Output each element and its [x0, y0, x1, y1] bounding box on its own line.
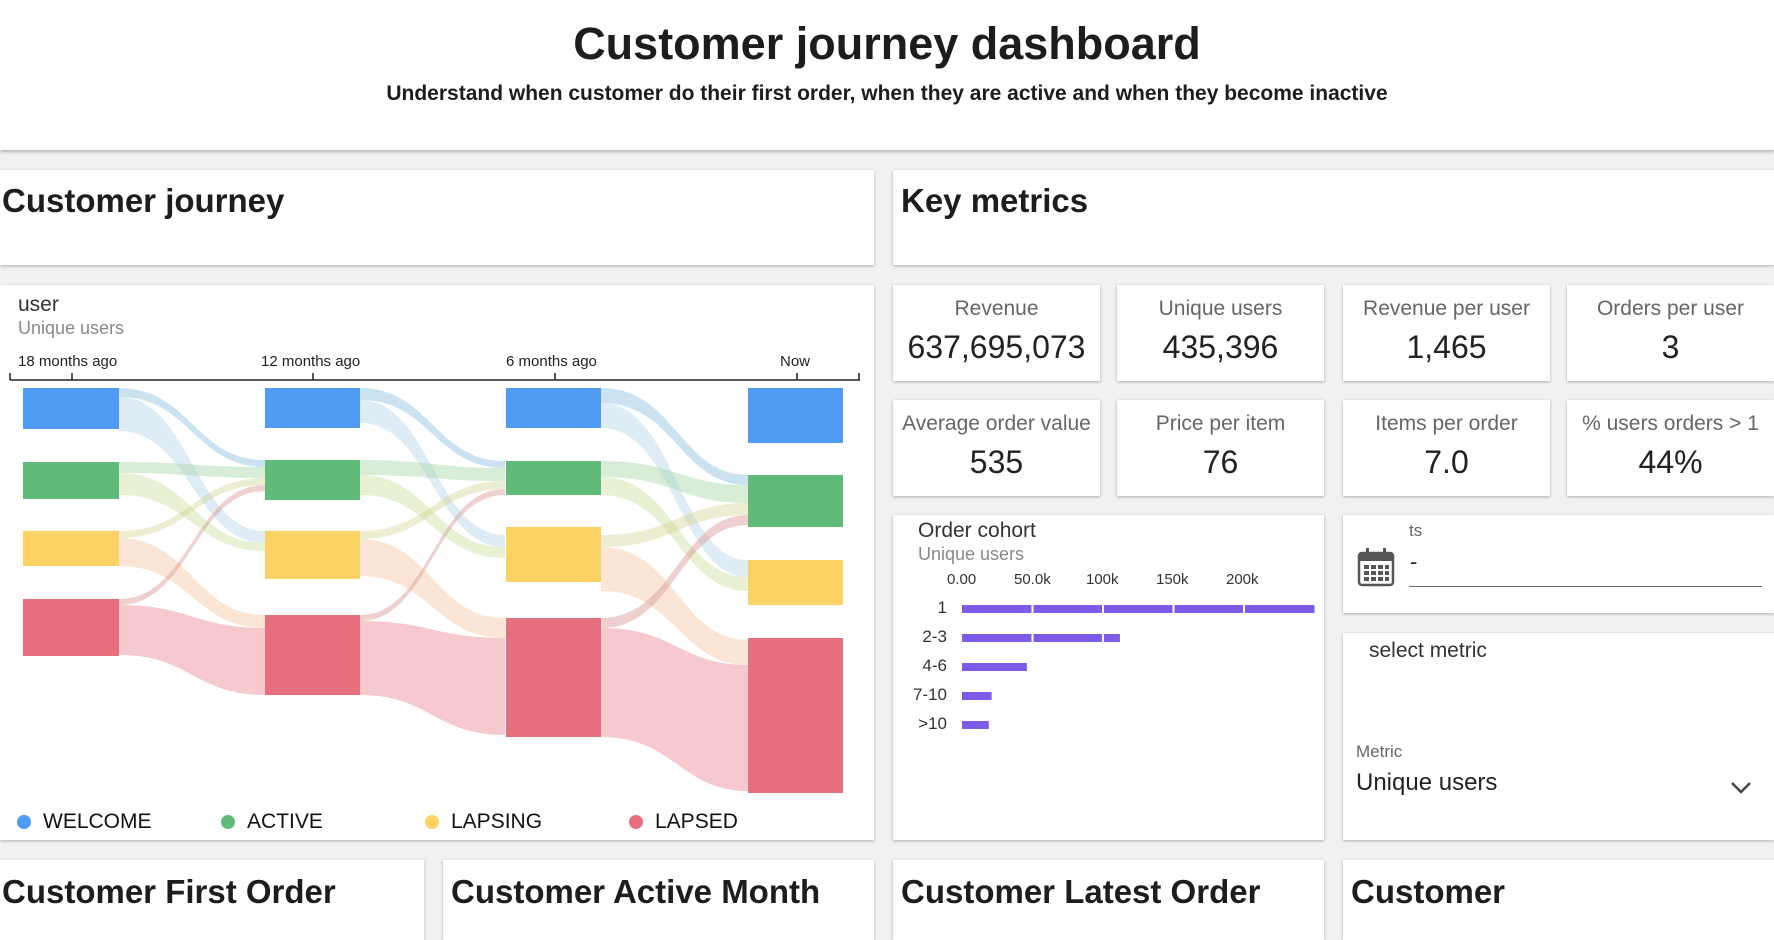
customer-first-order-title-card: Customer First Order — [0, 860, 424, 940]
cohort-bar->10 — [962, 721, 989, 729]
metric-card-items-per-order: Items per order 7.0 — [1343, 400, 1550, 496]
legend-active[interactable]: ACTIVE — [221, 810, 323, 834]
customer-latest-order-heading: Customer Latest Order — [901, 873, 1261, 910]
legend-welcome-label: WELCOME — [43, 810, 152, 833]
page-title: Customer journey dashboard — [573, 18, 1201, 69]
metric-value: 1,465 — [1406, 329, 1487, 365]
metric-label: Revenue per user — [1363, 297, 1530, 320]
metric-card-revenue: Revenue 637,695,073 — [893, 285, 1100, 381]
customer-journey-sankey-card: user Unique users 18 months ago 12 month… — [0, 285, 874, 840]
link-welcome-active-2 — [360, 388, 505, 468]
cohort-bar-separator — [1172, 605, 1175, 613]
metric-label: Price per item — [1155, 412, 1286, 435]
node-active-6m — [506, 461, 601, 495]
legend-lapsed[interactable]: LAPSED — [629, 810, 738, 834]
metric-card-revenue-per-user: Revenue per user 1,465 — [1343, 285, 1550, 381]
dashboard-header: Customer journey dashboard Understand wh… — [0, 0, 1774, 150]
customer-journey-heading: Customer journey — [2, 182, 285, 219]
metric-label: Unique users — [1158, 297, 1283, 320]
legend-lapsing[interactable]: LAPSING — [425, 810, 542, 834]
cohort-bar-separator — [1243, 605, 1245, 613]
metric-dropdown[interactable]: Unique users — [1356, 769, 1497, 797]
metric-card-orders-per-user: Orders per user 3 — [1567, 285, 1774, 381]
node-lapsing-now — [748, 560, 843, 605]
legend-welcome-dot — [17, 815, 31, 829]
page-subtitle: Understand when customer do their first … — [386, 82, 1388, 105]
metric-label: Average order value — [902, 412, 1091, 435]
legend-lapsed-dot — [629, 815, 643, 829]
select-metric-card: select metric Metric Unique users — [1343, 633, 1774, 840]
cohort-bar-1 — [962, 605, 1315, 613]
node-lapsing-6m — [506, 527, 601, 582]
metric-label: Revenue — [954, 297, 1039, 320]
metric-card-unique-users: Unique users 435,396 — [1117, 285, 1324, 381]
node-lapsed-6m — [506, 618, 601, 737]
calendar-icon[interactable] — [1357, 547, 1395, 587]
customer-active-month-title-card: Customer Active Month — [443, 860, 874, 940]
metric-value: 3 — [1661, 329, 1680, 365]
customer-journey-title-card: Customer journey — [0, 170, 874, 265]
customer-first-order-heading: Customer First Order — [2, 873, 336, 910]
key-metrics-heading: Key metrics — [901, 182, 1089, 219]
customer-active-month-heading: Customer Active Month — [451, 873, 821, 910]
metric-label: Items per order — [1375, 412, 1518, 435]
cohort-bar-separator — [1031, 634, 1034, 642]
legend-lapsed-label: LAPSED — [655, 810, 738, 833]
node-lapsed-12m — [265, 615, 360, 695]
key-metrics-title-card: Key metrics — [893, 170, 1774, 265]
cohort-bar-4-6 — [962, 663, 1027, 671]
metric-card-users-orders-gt-1: % users orders > 1 44% — [1567, 400, 1774, 496]
node-welcome-now — [748, 388, 843, 443]
metric-card-average-order-value: Average order value 535 — [893, 400, 1100, 496]
node-welcome-6m — [506, 388, 601, 428]
node-lapsed-now — [748, 638, 843, 793]
metric-label: % users orders > 1 — [1582, 412, 1759, 435]
metric-value: 76 — [1202, 444, 1239, 480]
node-lapsing-18m — [23, 531, 119, 566]
node-lapsed-18m — [23, 599, 119, 656]
node-active-now — [748, 475, 843, 527]
legend-welcome[interactable]: WELCOME — [17, 810, 152, 834]
chevron-down-icon[interactable] — [1729, 780, 1753, 796]
order-cohort-card: Order cohort Unique users 0.00 50.0k 100… — [893, 515, 1324, 840]
cohort-bar-separator — [1102, 605, 1104, 613]
metric-card-price-per-item: Price per item 76 — [1117, 400, 1324, 496]
node-active-18m — [23, 462, 119, 499]
metric-label: Orders per user — [1596, 297, 1745, 320]
sankey-diagram — [9, 373, 860, 793]
select-metric-title: select metric — [1369, 639, 1487, 662]
legend-active-dot — [221, 815, 235, 829]
node-lapsing-12m — [265, 531, 360, 579]
legend-active-label: ACTIVE — [247, 810, 323, 833]
node-active-12m — [265, 460, 360, 500]
order-cohort-bars — [962, 605, 1315, 729]
customer-title-card: Customer — [1343, 860, 1774, 940]
metric-value: 535 — [969, 444, 1024, 480]
metric-field-label: Metric — [1356, 742, 1403, 761]
link-lapsed-lapsed-2 — [360, 621, 505, 735]
cohort-bar-2-3 — [962, 634, 1120, 642]
cohort-bar-separator — [1031, 605, 1034, 613]
legend-lapsing-label: LAPSING — [451, 810, 543, 833]
sankey-time-axis — [9, 373, 860, 381]
sankey-links — [119, 388, 748, 791]
customer-latest-order-title-card: Customer Latest Order — [893, 860, 1324, 940]
date-range-input[interactable]: - — [1410, 549, 1417, 575]
cohort-bar-separator — [1102, 634, 1104, 642]
date-field-label: ts — [1409, 521, 1423, 540]
legend-lapsing-dot — [425, 815, 439, 829]
node-welcome-12m — [265, 388, 360, 428]
node-welcome-18m — [23, 388, 119, 429]
cohort-bar-7-10 — [962, 692, 992, 700]
date-field-underline — [1409, 586, 1762, 587]
customer-heading: Customer — [1351, 873, 1506, 910]
metric-value: 7.0 — [1424, 444, 1469, 480]
date-range-card[interactable]: ts - — [1343, 515, 1774, 613]
metric-value: 435,396 — [1162, 329, 1279, 365]
metric-value: 44% — [1638, 444, 1703, 480]
metric-value: 637,695,073 — [907, 329, 1086, 365]
